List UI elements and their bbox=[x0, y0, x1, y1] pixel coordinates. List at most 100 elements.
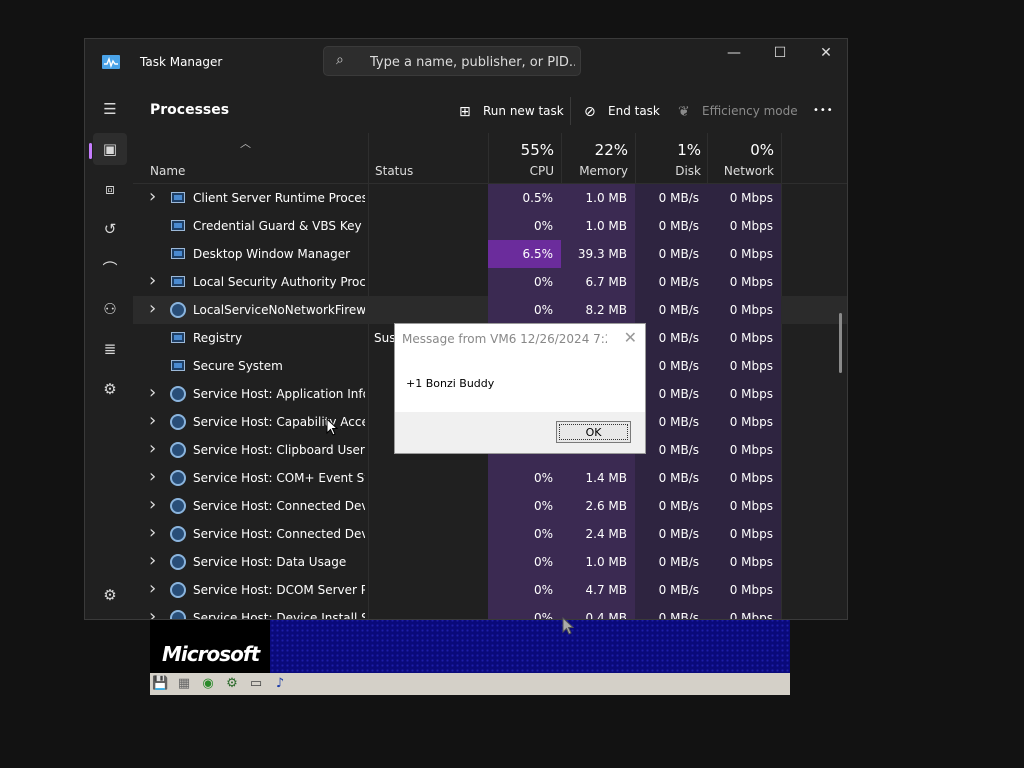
process-name: Service Host: Device Install Ser... bbox=[193, 611, 365, 620]
process-name: Registry bbox=[193, 331, 243, 345]
cell-network: 0 Mbps bbox=[707, 184, 781, 212]
speaker-icon[interactable]: ♪ bbox=[272, 676, 288, 692]
network-icon[interactable]: ⚙ bbox=[224, 676, 240, 692]
expand-chevron-icon[interactable]: › bbox=[149, 410, 156, 431]
nav-processes-icon[interactable]: ▣ bbox=[93, 133, 127, 165]
drive-icon[interactable]: ▭ bbox=[248, 676, 264, 692]
cell-cpu: 0% bbox=[488, 296, 561, 324]
cell-memory: 1.0 MB bbox=[561, 184, 635, 212]
service-gear-icon bbox=[170, 414, 186, 430]
legacy-toolbar: 💾 ▦ ◉ ⚙ ▭ ♪ bbox=[150, 673, 790, 695]
table-row[interactable]: Desktop Window Manager 6.5% 39.3 MB 0 MB/s 0… bbox=[133, 240, 847, 268]
hamburger-menu-icon[interactable]: ☰ bbox=[93, 93, 127, 125]
dialog-close-icon[interactable]: ✕ bbox=[624, 328, 637, 347]
service-gear-icon bbox=[170, 442, 186, 458]
network-total-percent[interactable]: 0% bbox=[707, 141, 774, 159]
process-window-icon bbox=[171, 192, 185, 203]
expand-chevron-icon[interactable]: › bbox=[149, 186, 156, 207]
message-dialog: Message from VM6 12/26/2024 7:23... ✕ +1… bbox=[394, 323, 646, 454]
column-header-status[interactable]: Status bbox=[375, 164, 413, 178]
page-title: Processes bbox=[150, 102, 230, 118]
expand-chevron-icon[interactable]: › bbox=[149, 550, 156, 571]
cell-disk: 0 MB/s bbox=[635, 296, 707, 324]
cell-memory: 6.7 MB bbox=[561, 268, 635, 296]
column-header-network[interactable]: Network bbox=[707, 164, 774, 178]
nav-details-icon[interactable]: ≣ bbox=[93, 333, 127, 365]
run-new-task-button[interactable]: ⊞ Run new task bbox=[459, 102, 564, 120]
column-header-name[interactable]: Name bbox=[150, 164, 185, 178]
minimize-button[interactable]: — bbox=[711, 39, 757, 69]
expand-chevron-icon[interactable]: › bbox=[149, 298, 156, 319]
memory-total-percent[interactable]: 22% bbox=[561, 141, 628, 159]
vertical-scrollbar[interactable] bbox=[839, 313, 842, 373]
nav-users-icon[interactable]: ⚇ bbox=[93, 293, 127, 325]
disk-total-percent[interactable]: 1% bbox=[635, 141, 701, 159]
process-window-icon bbox=[171, 276, 185, 287]
end-task-button[interactable]: ⊘ End task bbox=[584, 102, 660, 120]
expand-chevron-icon[interactable]: › bbox=[149, 466, 156, 487]
service-gear-icon bbox=[170, 386, 186, 402]
cell-cpu: 0% bbox=[488, 520, 561, 548]
expand-chevron-icon[interactable]: › bbox=[149, 438, 156, 459]
cell-disk: 0 MB/s bbox=[635, 576, 707, 604]
cpu-total-percent[interactable]: 55% bbox=[488, 141, 554, 159]
process-name: Service Host: Connected Devi... bbox=[193, 527, 365, 541]
service-gear-icon bbox=[170, 302, 186, 318]
cell-memory: 2.6 MB bbox=[561, 492, 635, 520]
process-name: Service Host: Connected Devi... bbox=[193, 499, 365, 513]
expand-chevron-icon[interactable]: › bbox=[149, 606, 156, 619]
expand-chevron-icon[interactable]: › bbox=[149, 270, 156, 291]
cell-network: 0 Mbps bbox=[707, 240, 781, 268]
table-row[interactable]: ›LocalServiceNoNetworkFirewa...0%8.2 MB0… bbox=[133, 296, 847, 324]
cell-network: 0 Mbps bbox=[707, 408, 781, 436]
more-options-icon[interactable]: ••• bbox=[813, 102, 834, 120]
table-row[interactable]: › Service Host: Data Usage 0% 1.0 MB 0 MB/s 0… bbox=[133, 548, 847, 576]
column-header-disk[interactable]: Disk bbox=[635, 164, 701, 178]
cell-disk: 0 MB/s bbox=[635, 548, 707, 576]
table-row[interactable]: › Client Server Runtime Process 0.5% 1.0 MB… bbox=[133, 184, 847, 212]
nav-startup-apps-icon[interactable]: ⌒ bbox=[93, 253, 127, 285]
process-name: Client Server Runtime Process bbox=[193, 191, 365, 205]
process-window-icon bbox=[171, 248, 185, 259]
table-row[interactable]: › Service Host: COM+ Event Sys... 0%1.4 MB… bbox=[133, 464, 847, 492]
process-name: Service Host: Data Usage bbox=[193, 555, 347, 569]
cell-network: 0 Mbps bbox=[707, 464, 781, 492]
nav-performance-icon[interactable]: ⧈ bbox=[93, 173, 127, 205]
table-row[interactable]: › Service Host: Connected Devi... 0% 2.6 MB… bbox=[133, 492, 847, 520]
nav-services-icon[interactable]: ⚙ bbox=[93, 373, 127, 405]
efficiency-mode-button[interactable]: ❦ Efficiency mode bbox=[678, 102, 798, 120]
cell-disk: 0 MB/s bbox=[635, 268, 707, 296]
column-header-cpu[interactable]: CPU bbox=[488, 164, 554, 178]
close-button[interactable]: ✕ bbox=[803, 39, 847, 69]
nav-app-history-icon[interactable]: ↺ bbox=[93, 213, 127, 245]
ok-button[interactable]: OK bbox=[556, 421, 631, 443]
globe-icon[interactable]: ◉ bbox=[200, 676, 216, 692]
dialog-body: +1 Bonzi Buddy bbox=[395, 354, 645, 412]
dialog-title: Message from VM6 12/26/2024 7:23... bbox=[402, 332, 607, 346]
cell-disk: 0 MB/s bbox=[635, 604, 707, 619]
column-header-memory[interactable]: Memory bbox=[561, 164, 628, 178]
search-box[interactable]: ⌕ bbox=[323, 46, 581, 76]
table-row[interactable]: › Service Host: DCOM Server Pr... 0% 4.7 MB… bbox=[133, 576, 847, 604]
dialog-message: +1 Bonzi Buddy bbox=[406, 377, 495, 390]
sort-ascending-icon[interactable]: ︿ bbox=[240, 135, 251, 151]
save-disk-icon[interactable]: 💾 bbox=[152, 676, 168, 692]
process-name: Secure System bbox=[193, 359, 283, 373]
expand-chevron-icon[interactable]: › bbox=[149, 522, 156, 543]
table-row[interactable]: › Service Host: Connected Devi... 0% 2.4 MB… bbox=[133, 520, 847, 548]
search-input[interactable] bbox=[368, 51, 577, 73]
mouse-cursor-icon bbox=[326, 418, 338, 436]
settings-gear-icon[interactable]: ⚙ bbox=[93, 579, 127, 611]
table-row[interactable]: › Local Security Authority Proce... 0%6.7 … bbox=[133, 268, 847, 296]
expand-chevron-icon[interactable]: › bbox=[149, 578, 156, 599]
microsoft-logo: Microsoft bbox=[162, 642, 260, 666]
cell-disk: 0 MB/s bbox=[635, 492, 707, 520]
expand-chevron-icon[interactable]: › bbox=[149, 382, 156, 403]
grid-icon[interactable]: ▦ bbox=[176, 676, 192, 692]
table-row[interactable]: ›Service Host: Device Install Ser...0%0.… bbox=[133, 604, 847, 620]
cell-cpu: 0.5% bbox=[488, 184, 561, 212]
table-row[interactable]: Credential Guard & VBS Key Is... 0%1.0 MB… bbox=[133, 212, 847, 240]
expand-chevron-icon[interactable]: › bbox=[149, 494, 156, 515]
maximize-button[interactable]: ☐ bbox=[757, 39, 803, 69]
dialog-title-bar: Message from VM6 12/26/2024 7:23... ✕ bbox=[395, 324, 645, 354]
